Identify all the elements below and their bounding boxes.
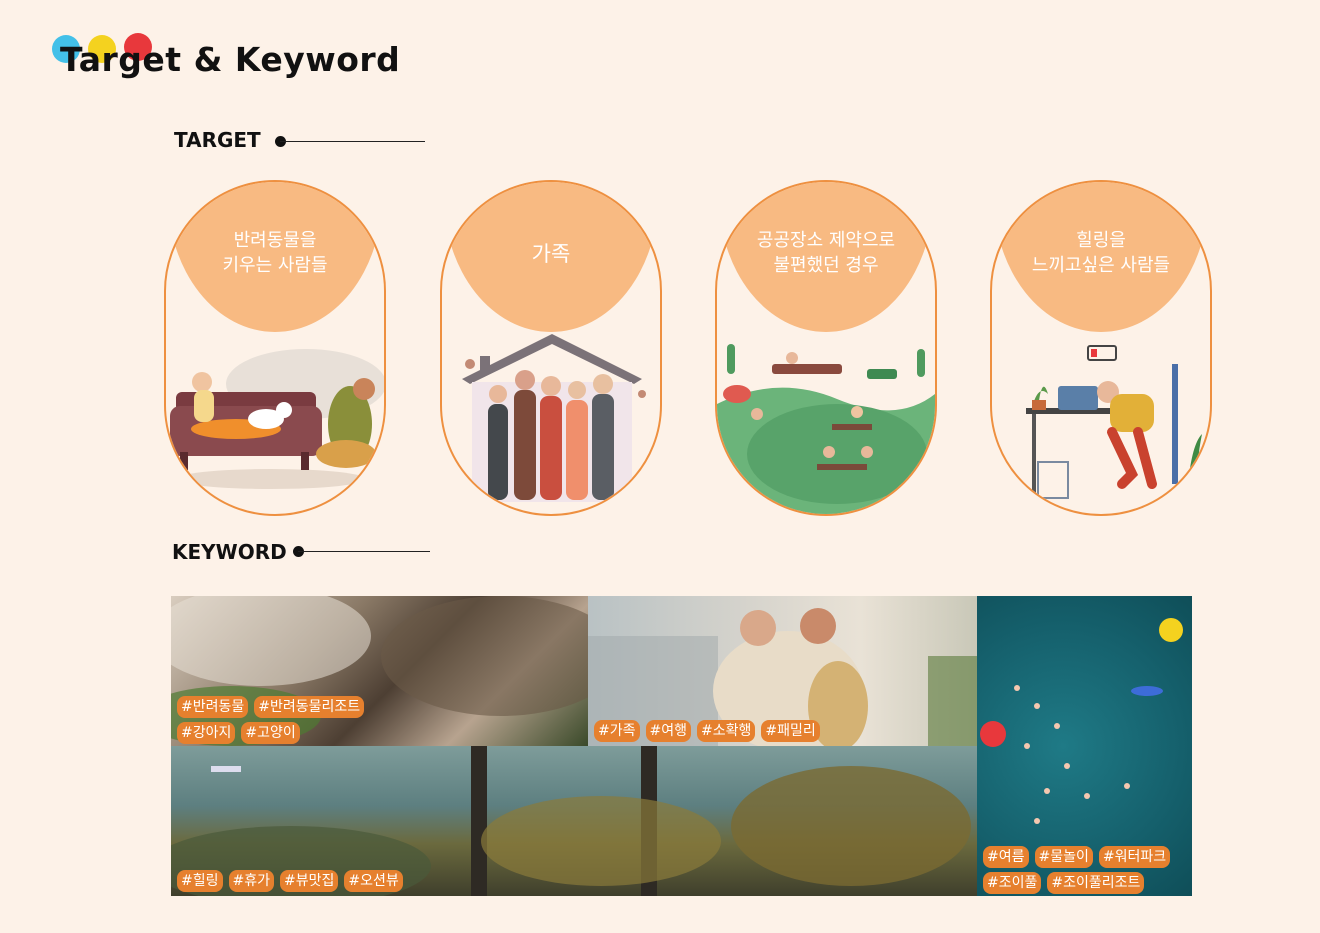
keyword-tag: #오션뷰 — [344, 870, 403, 892]
tag-group-pets: #반려동물 #반려동물리조트 #강아지 #고양이 — [177, 696, 397, 744]
keyword-tag: #강아지 — [177, 722, 236, 744]
keyword-tag: #여름 — [983, 846, 1029, 868]
target-card-title: 반려동물을 키우는 사람들 — [222, 230, 328, 276]
keyword-tag: #가족 — [594, 720, 640, 742]
tired-worker-illustration-icon — [1026, 345, 1202, 504]
target-card-healing: 힐링을 느끼고싶은 사람들 — [990, 180, 1212, 516]
keyword-tag: #패밀리 — [761, 720, 820, 742]
keyword-tag: #반려동물리조트 — [254, 696, 365, 718]
tag-group-summer: #여름 #물놀이 #워터파크 #조이풀 #조이풀리조트 — [983, 846, 1192, 894]
tag-group-family: #가족 #여행 #소확행 #패밀리 — [594, 720, 854, 742]
target-card-title: 가족 — [531, 242, 571, 266]
keyword-section-line — [298, 551, 430, 552]
photo-pets: #반려동물 #반려동물리조트 #강아지 #고양이 — [171, 596, 588, 746]
photo-family: #가족 #여행 #소확행 #패밀리 — [588, 596, 977, 746]
keyword-tag: #여행 — [645, 720, 691, 742]
keyword-tag: #고양이 — [241, 722, 300, 744]
target-card-pet-owners: 반려동물을 키우는 사람들 — [164, 180, 386, 516]
target-card-family: 가족 — [440, 180, 662, 516]
photo-healing: #힐링 #휴가 #뷰맛집 #오션뷰 — [171, 746, 977, 896]
target-card-title: 공공장소 제약으로 불편했던 경우 — [756, 230, 896, 276]
public-park-illustration-icon — [717, 344, 935, 514]
page-title: Target & Keyword — [60, 40, 401, 79]
keyword-tag: #조이풀 — [983, 872, 1042, 894]
photo-summer: #여름 #물놀이 #워터파크 #조이풀 #조이풀리조트 — [977, 596, 1192, 896]
keyword-section-label: KEYWORD — [172, 540, 287, 564]
tag-group-healing: #힐링 #휴가 #뷰맛집 #오션뷰 — [177, 870, 477, 892]
keyword-tag: #워터파크 — [1098, 846, 1171, 868]
target-card-title: 힐링을 느끼고싶은 사람들 — [1031, 230, 1171, 276]
target-section-label: TARGET — [174, 128, 261, 152]
keyword-tag: #휴가 — [228, 870, 274, 892]
target-card-public-places: 공공장소 제약으로 불편했던 경우 — [715, 180, 937, 516]
family-illustration-icon — [462, 334, 646, 502]
target-section-line — [280, 141, 425, 142]
keyword-tag: #조이풀리조트 — [1047, 872, 1145, 894]
keyword-tag: #물놀이 — [1034, 846, 1093, 868]
pet-owner-illustration-icon — [170, 349, 384, 489]
keyword-tag: #소확행 — [697, 720, 756, 742]
keyword-tag: #반려동물 — [177, 696, 249, 718]
keyword-tag: #힐링 — [177, 870, 223, 892]
keyword-tag: #뷰맛집 — [280, 870, 339, 892]
